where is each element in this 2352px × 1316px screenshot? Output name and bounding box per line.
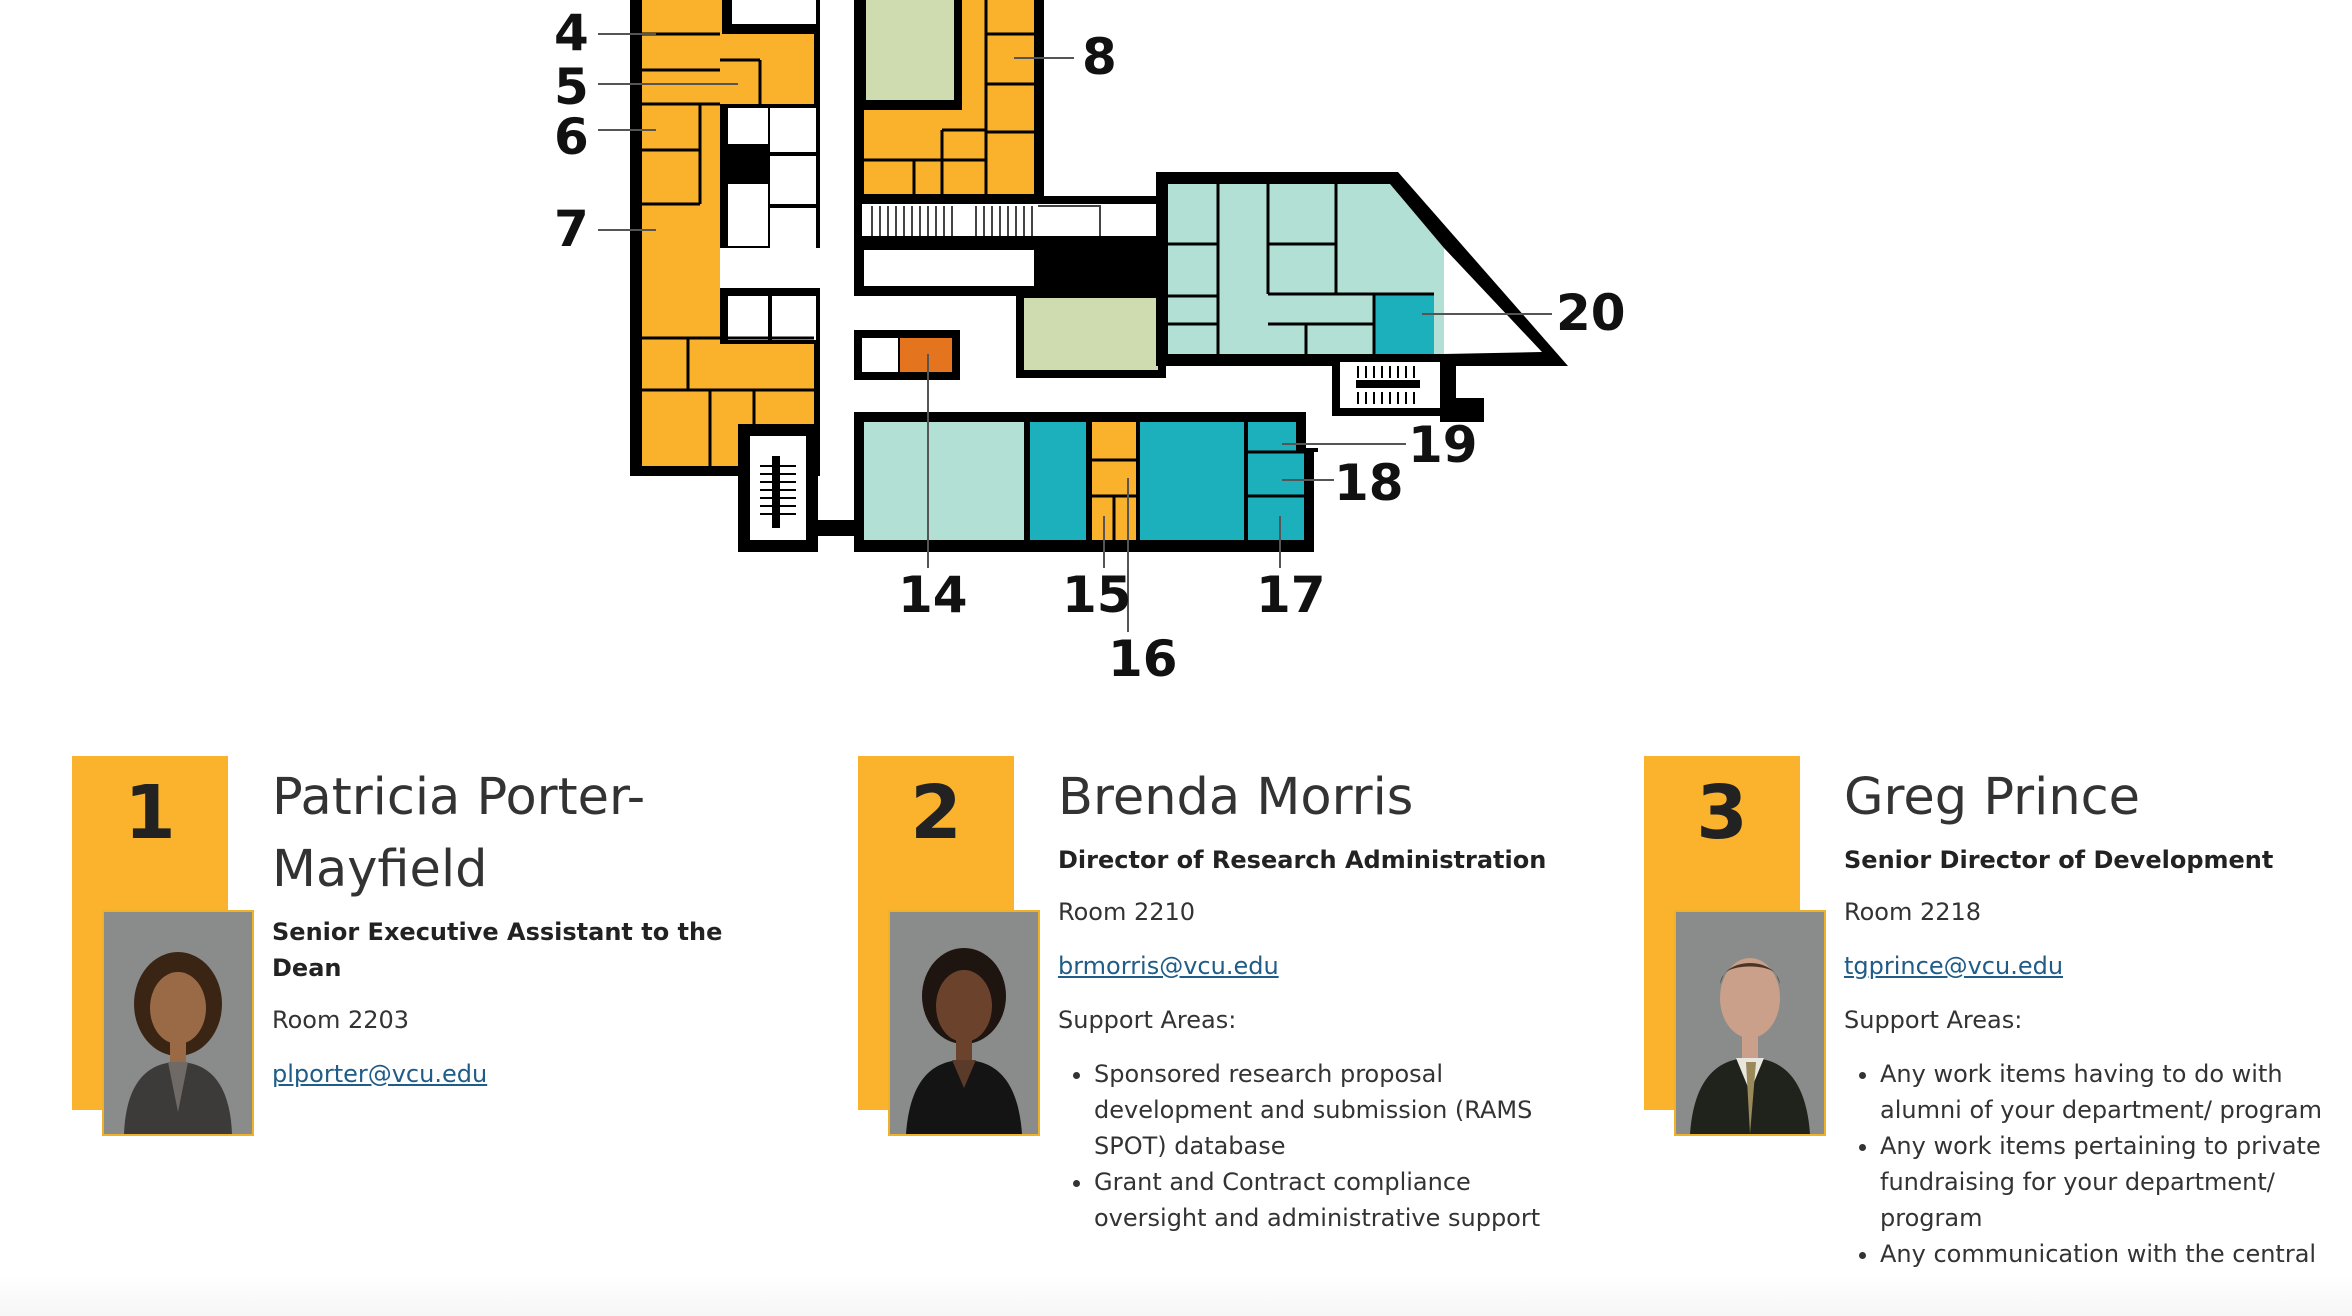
staff-room: Room 2210 — [1058, 898, 1196, 926]
badge-number: 2 — [910, 770, 962, 856]
staff-name: Patricia Porter-Mayfield — [272, 768, 646, 899]
support-areas-list: Any work items having to do with alumni … — [1844, 1056, 2344, 1272]
staff-room: Room 2218 — [1844, 898, 1982, 926]
staff-info: Patricia Porter-Mayfield Senior Executiv… — [272, 756, 772, 1110]
central-corridor-rooms — [854, 290, 1166, 380]
badge-number: 3 — [1696, 770, 1748, 856]
staff-info: Greg Prince Senior Director of Developme… — [1844, 756, 2344, 1272]
staff-name: Brenda Morris — [1058, 768, 1414, 827]
plan-label: 17 — [1256, 566, 1326, 624]
support-areas-label: Support Areas: — [1058, 1006, 1237, 1034]
plan-label: 19 — [1408, 416, 1478, 474]
staff-photo — [102, 910, 254, 1136]
plan-label: 6 — [554, 108, 589, 166]
staff-name: Greg Prince — [1844, 768, 2141, 827]
central-north-block — [854, 0, 1170, 296]
plan-label: 16 — [1108, 630, 1178, 688]
south-block — [854, 412, 1320, 552]
support-area-item: Any work items pertaining to private fun… — [1880, 1128, 2344, 1236]
staff-title: Senior Executive Assistant to the Dean — [272, 918, 723, 982]
staff-email-link[interactable]: plporter@vcu.edu — [272, 1056, 772, 1092]
staff-photo — [1674, 910, 1826, 1136]
staff-info: Brenda Morris Director of Research Admin… — [1058, 756, 1558, 1236]
plan-label: 20 — [1556, 284, 1626, 342]
staff-photo — [888, 910, 1040, 1136]
plan-label: 4 — [554, 4, 589, 62]
staff-card: 1 Patricia Porter-Mayfield Senior Execut… — [72, 756, 792, 1316]
staff-email-link[interactable]: brmorris@vcu.edu — [1058, 948, 1558, 984]
east-block — [1156, 172, 1568, 422]
staff-title: Senior Director of Development — [1844, 846, 2274, 874]
plan-label: 18 — [1334, 454, 1404, 512]
staff-title: Director of Research Administration — [1058, 846, 1547, 874]
support-area-item: Any communication with the central — [1880, 1236, 2344, 1272]
plan-label: 7 — [554, 200, 589, 258]
floor-plan-map: 4 5 6 7 8 20 19 18 14 15 17 16 — [554, 0, 1626, 690]
plan-label: 8 — [1082, 28, 1117, 86]
support-area-item: Sponsored research proposal development … — [1094, 1056, 1558, 1164]
staff-card: 3 Greg Prince Senior Director of Develop… — [1644, 756, 2352, 1316]
support-area-item: Any work items having to do with alumni … — [1880, 1056, 2344, 1128]
support-area-item: Grant and Contract compliance oversight … — [1094, 1164, 1558, 1236]
staff-email-link[interactable]: tgprince@vcu.edu — [1844, 948, 2344, 984]
west-wing — [630, 0, 860, 690]
plan-label: 14 — [898, 566, 968, 624]
staff-card: 2 Brenda Morris Director of Research Adm… — [858, 756, 1578, 1316]
staff-room: Room 2203 — [272, 1006, 410, 1034]
support-areas-list: Sponsored research proposal development … — [1058, 1056, 1558, 1236]
badge-number: 1 — [124, 770, 176, 856]
plan-label: 15 — [1062, 566, 1132, 624]
support-areas-label: Support Areas: — [1844, 1006, 2023, 1034]
